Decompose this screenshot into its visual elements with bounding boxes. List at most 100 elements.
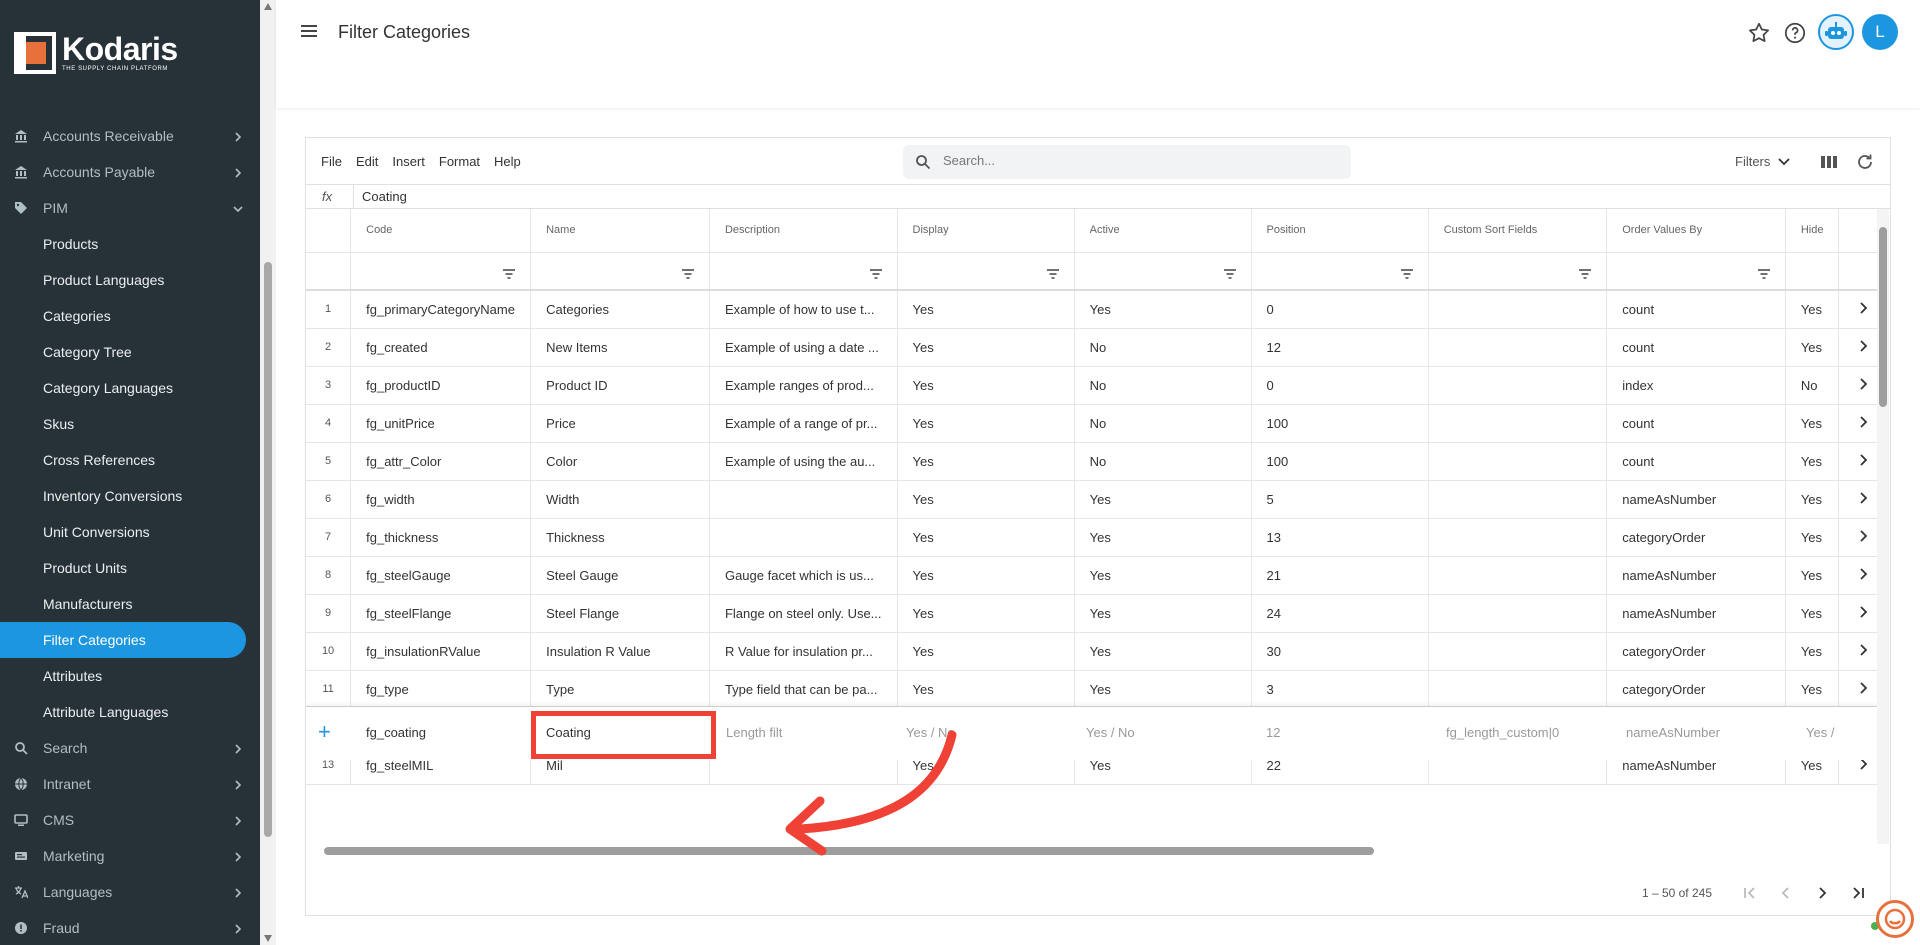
filter-icon[interactable] (1046, 267, 1059, 279)
page-scrollbar[interactable] (260, 0, 276, 945)
cell-active[interactable]: Yes (1074, 290, 1252, 329)
sidebar-item-search[interactable]: Search (0, 730, 260, 766)
table-row[interactable]: 9 fg_steelFlange Steel Flange Flange on ste… (306, 594, 1889, 633)
sidebar-item-product-units[interactable]: Product Units (0, 550, 260, 586)
cell-description[interactable]: Flange on steel only. Use... (709, 594, 898, 633)
sidebar-item-cms[interactable]: CMS (0, 802, 260, 838)
cell-display[interactable]: Yes (897, 594, 1075, 633)
filter-icon[interactable] (1223, 267, 1236, 279)
assistant-robot-icon[interactable] (1818, 14, 1854, 50)
sidebar-item-marketing[interactable]: Marketing (0, 838, 260, 874)
cell-order-values-by[interactable]: count (1606, 404, 1786, 443)
cell-description[interactable]: R Value for insulation pr... (709, 632, 898, 671)
refresh-icon[interactable] (1855, 152, 1875, 172)
cell-name[interactable]: Price (530, 404, 710, 443)
cell-order-values-by[interactable]: categoryOrder (1606, 518, 1786, 557)
filters-dropdown[interactable]: Filters (1735, 154, 1791, 169)
cell-active[interactable]: No (1074, 404, 1252, 443)
cell-active[interactable]: Yes (1074, 480, 1252, 519)
cell-position[interactable]: 100 (1251, 404, 1429, 443)
column-filter[interactable] (530, 252, 710, 291)
cell-order-values-by[interactable]: count (1606, 328, 1786, 367)
cell-order-values-by[interactable]: categoryOrder (1606, 670, 1786, 709)
grid-horizontal-scrollbar[interactable] (306, 844, 1889, 858)
cell-description[interactable]: Gauge facet which is us... (709, 556, 898, 595)
table-row[interactable]: 5 fg_attr_Color Color Example of using the … (306, 442, 1889, 481)
sidebar-item-attribute-languages[interactable]: Attribute Languages (0, 694, 260, 730)
new-row-hide[interactable]: Yes / No (1806, 725, 1836, 740)
cell-code[interactable]: fg_thickness (350, 518, 532, 557)
scroll-up-icon[interactable] (264, 3, 272, 10)
cell-code[interactable]: fg_unitPrice (350, 404, 532, 443)
table-row[interactable]: 10 fg_insulationRValue Insulation R Value R… (306, 632, 1889, 671)
cell-display[interactable]: Yes (897, 632, 1075, 671)
grid-vertical-scrollbar-thumb[interactable] (1879, 227, 1887, 407)
column-filter[interactable] (897, 252, 1075, 291)
cell-position[interactable]: 0 (1251, 366, 1429, 405)
cell-display[interactable]: Yes (897, 404, 1075, 443)
cell-position[interactable]: 13 (1251, 518, 1429, 557)
scroll-down-icon[interactable] (264, 935, 272, 942)
cell-custom-sort-fields[interactable] (1428, 480, 1608, 519)
star-icon[interactable] (1746, 20, 1772, 46)
cell-hide[interactable]: No (1785, 366, 1840, 405)
sidebar-item-unit-conversions[interactable]: Unit Conversions (0, 514, 260, 550)
sidebar-item-category-tree[interactable]: Category Tree (0, 334, 260, 370)
cell-display[interactable]: Yes (897, 480, 1075, 519)
cell-custom-sort-fields[interactable] (1428, 404, 1608, 443)
cell-active[interactable]: No (1074, 328, 1252, 367)
cell-code[interactable]: fg_type (350, 670, 532, 709)
cell-order-values-by[interactable]: nameAsNumber (1606, 594, 1786, 633)
cell-name[interactable]: Steel Gauge (530, 556, 710, 595)
table-row[interactable]: 1 fg_primaryCategoryName Categories Example… (306, 290, 1889, 329)
column-filter[interactable] (1251, 252, 1429, 291)
cell-description[interactable]: Example of using a date ... (709, 328, 898, 367)
cell-custom-sort-fields[interactable] (1428, 594, 1608, 633)
sidebar-item-pim[interactable]: PIM (0, 190, 260, 226)
column-header-name[interactable]: Name (530, 209, 710, 253)
menu-format[interactable]: Format (439, 154, 480, 169)
first-page-icon[interactable] (1732, 878, 1768, 908)
cell-custom-sort-fields[interactable] (1428, 556, 1608, 595)
cell-custom-sort-fields[interactable] (1428, 442, 1608, 481)
cell-display[interactable]: Yes (897, 670, 1075, 709)
new-row-custom-sort[interactable]: fg_length_custom|0 (1446, 725, 1559, 740)
columns-icon[interactable] (1819, 152, 1839, 172)
cell-description[interactable] (709, 480, 898, 519)
cell-position[interactable]: 24 (1251, 594, 1429, 633)
sidebar-item-attributes[interactable]: Attributes (0, 658, 260, 694)
sidebar-item-filter-categories[interactable]: Filter Categories (0, 622, 246, 658)
table-row[interactable]: 11 fg_type Type Type field that can be pa..… (306, 670, 1889, 709)
cell-position[interactable]: 21 (1251, 556, 1429, 595)
column-header-description[interactable]: Description (709, 209, 898, 253)
cell-code[interactable]: fg_insulationRValue (350, 632, 532, 671)
cell-hide[interactable]: Yes (1785, 518, 1840, 557)
last-page-icon[interactable] (1840, 878, 1876, 908)
column-filter[interactable] (709, 252, 898, 291)
cell-active[interactable]: No (1074, 366, 1252, 405)
column-header-active[interactable]: Active (1074, 209, 1252, 253)
cell-custom-sort-fields[interactable] (1428, 290, 1608, 329)
add-row-icon[interactable]: + (318, 721, 331, 743)
filter-icon[interactable] (503, 267, 516, 279)
cell-active[interactable]: Yes (1074, 556, 1252, 595)
cell-active[interactable]: No (1074, 442, 1252, 481)
cell-custom-sort-fields[interactable] (1428, 366, 1608, 405)
cell-hide[interactable]: Yes (1785, 480, 1840, 519)
formula-value[interactable]: Coating (362, 189, 407, 204)
cell-code[interactable]: fg_productID (350, 366, 532, 405)
table-row[interactable]: 2 fg_created New Items Example of using a d… (306, 328, 1889, 367)
cell-description[interactable]: Example ranges of prod... (709, 366, 898, 405)
menu-edit[interactable]: Edit (356, 154, 378, 169)
sidebar-item-category-languages[interactable]: Category Languages (0, 370, 260, 406)
column-filter[interactable] (1074, 252, 1252, 291)
cell-name[interactable]: Product ID (530, 366, 710, 405)
cell-hide[interactable]: Yes (1785, 290, 1840, 329)
cell-order-values-by[interactable]: count (1606, 442, 1786, 481)
filter-icon[interactable] (1400, 267, 1413, 279)
sidebar-item-inventory-conversions[interactable]: Inventory Conversions (0, 478, 260, 514)
cell-hide[interactable]: Yes (1785, 404, 1840, 443)
menu-help[interactable]: Help (494, 154, 521, 169)
column-header-order-values-by[interactable]: Order Values By (1606, 209, 1786, 253)
next-page-icon[interactable] (1804, 878, 1840, 908)
